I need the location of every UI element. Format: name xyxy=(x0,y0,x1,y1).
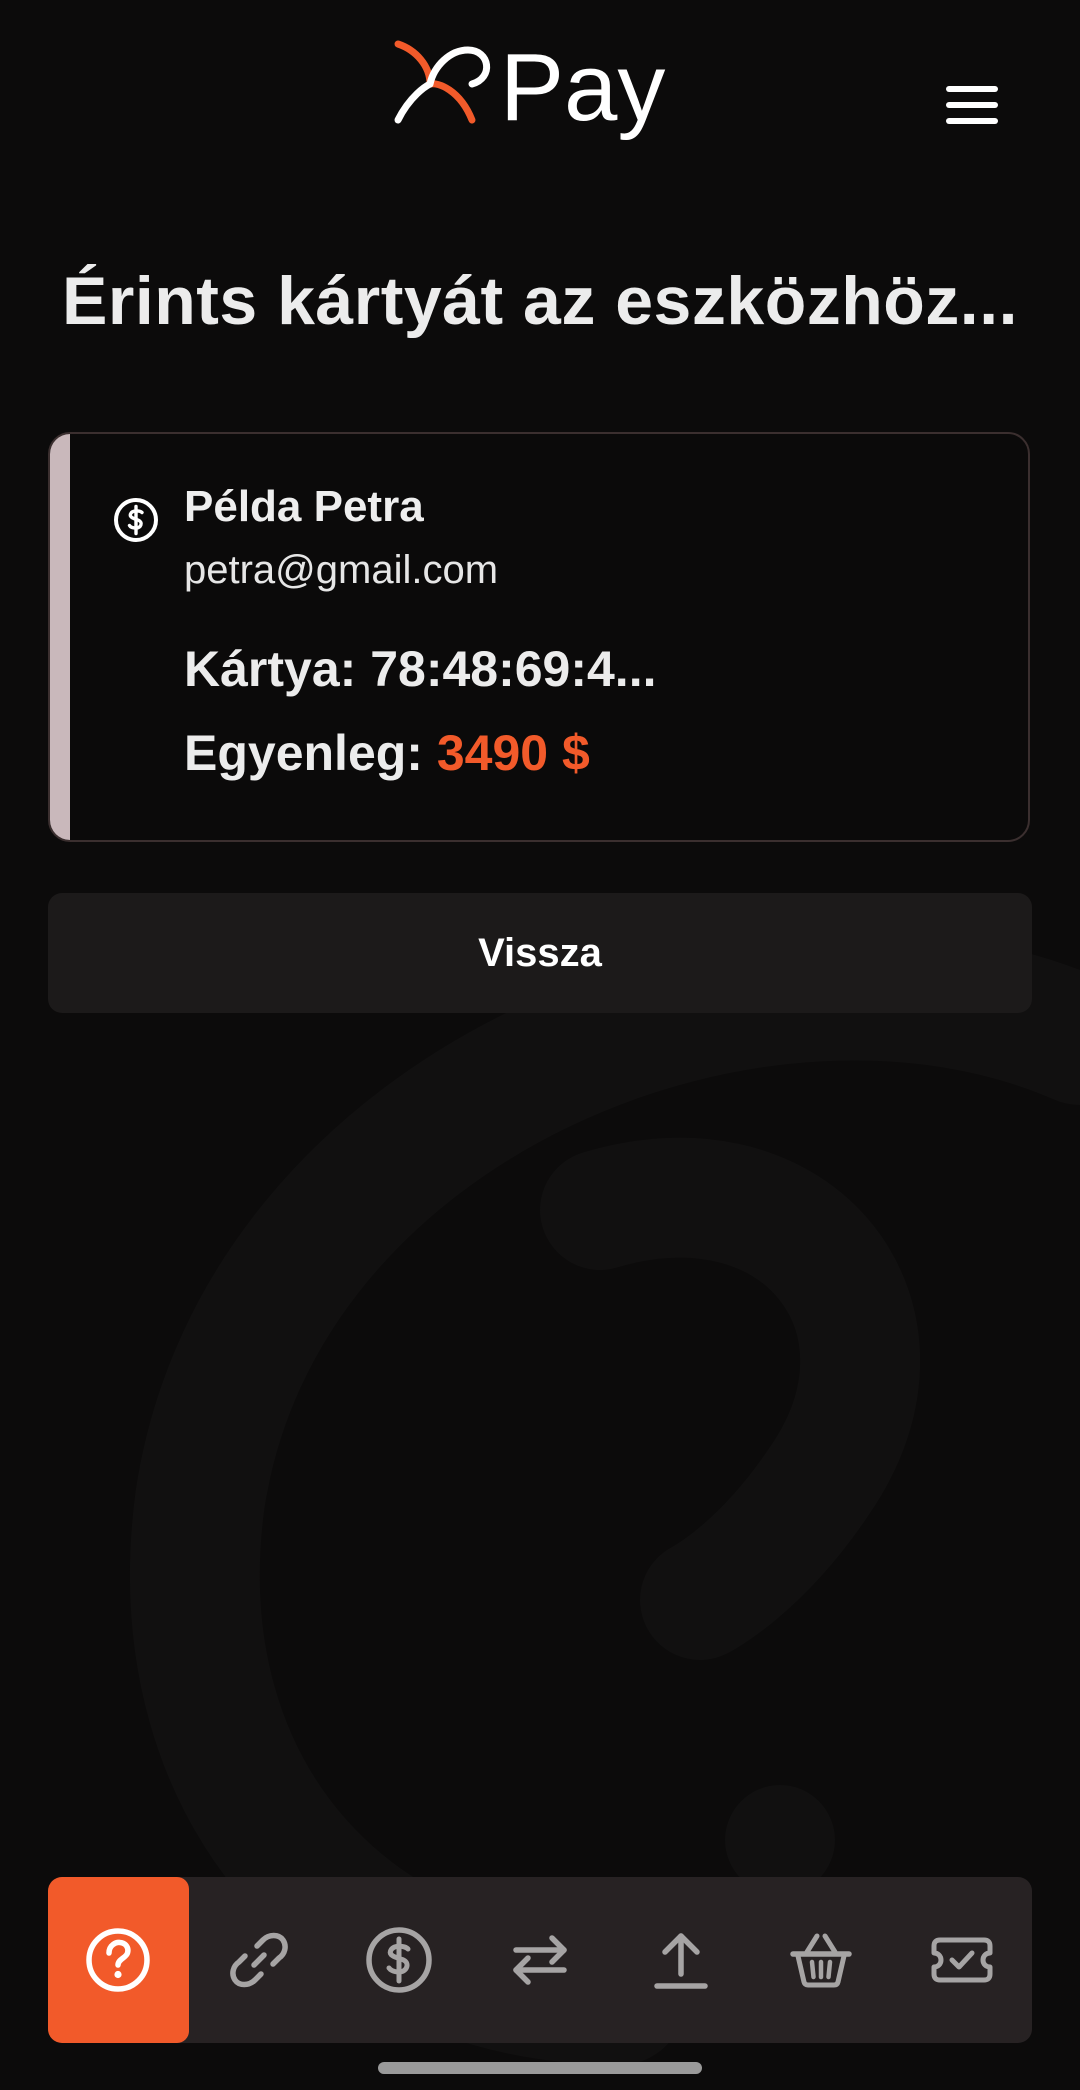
help-circle-icon xyxy=(86,1928,151,1992)
page-title: Érints kártyát az eszközhöz... xyxy=(62,263,1018,339)
balance-label: Egyenleg: xyxy=(184,725,423,781)
basket-icon xyxy=(790,1933,852,1988)
card-accent-bar xyxy=(50,434,70,840)
link-icon xyxy=(230,1932,288,1988)
card-id-value: 78:48:69:4... xyxy=(370,641,657,697)
user-email: petra@gmail.com xyxy=(184,548,499,592)
nav-item-upload[interactable] xyxy=(610,1877,751,2043)
logo-text: Pay xyxy=(500,36,665,141)
card-id-row: Kártya: 78:48:69:4... xyxy=(184,640,656,698)
menu-button[interactable] xyxy=(930,72,1014,138)
balance-row: Egyenleg: 3490 $ xyxy=(184,724,590,782)
xrpay-logo: Pay xyxy=(394,36,665,141)
user-card: Példa Petra petra@gmail.com Kártya: 78:4… xyxy=(48,432,1030,842)
user-name: Példa Petra xyxy=(184,482,424,531)
dollar-circle-icon xyxy=(114,498,158,542)
dollar-circle-icon xyxy=(366,1927,433,1993)
nav-item-link[interactable] xyxy=(189,1877,330,2043)
home-indicator[interactable] xyxy=(378,2062,702,2074)
balance-value: 3490 $ xyxy=(436,725,590,781)
upload-icon xyxy=(653,1933,708,1989)
nav-item-shop[interactable] xyxy=(751,1877,892,2043)
hamburger-menu-icon xyxy=(946,86,998,124)
nav-item-tickets[interactable] xyxy=(891,1877,1032,2043)
nav-item-transfer[interactable] xyxy=(470,1877,611,2043)
bottom-nav xyxy=(48,1877,1032,2043)
ticket-check-icon xyxy=(931,1937,993,1983)
app-screen: Pay Érints kártyát az eszközhöz... Példa… xyxy=(0,0,1080,2090)
nav-item-help[interactable] xyxy=(48,1877,189,2043)
app-header: Pay xyxy=(0,0,1080,170)
back-button[interactable]: Vissza xyxy=(48,893,1032,1013)
card-id-label: Kártya: xyxy=(184,641,357,697)
nav-item-balance[interactable] xyxy=(329,1877,470,2043)
transfer-arrows-icon xyxy=(513,1935,567,1985)
